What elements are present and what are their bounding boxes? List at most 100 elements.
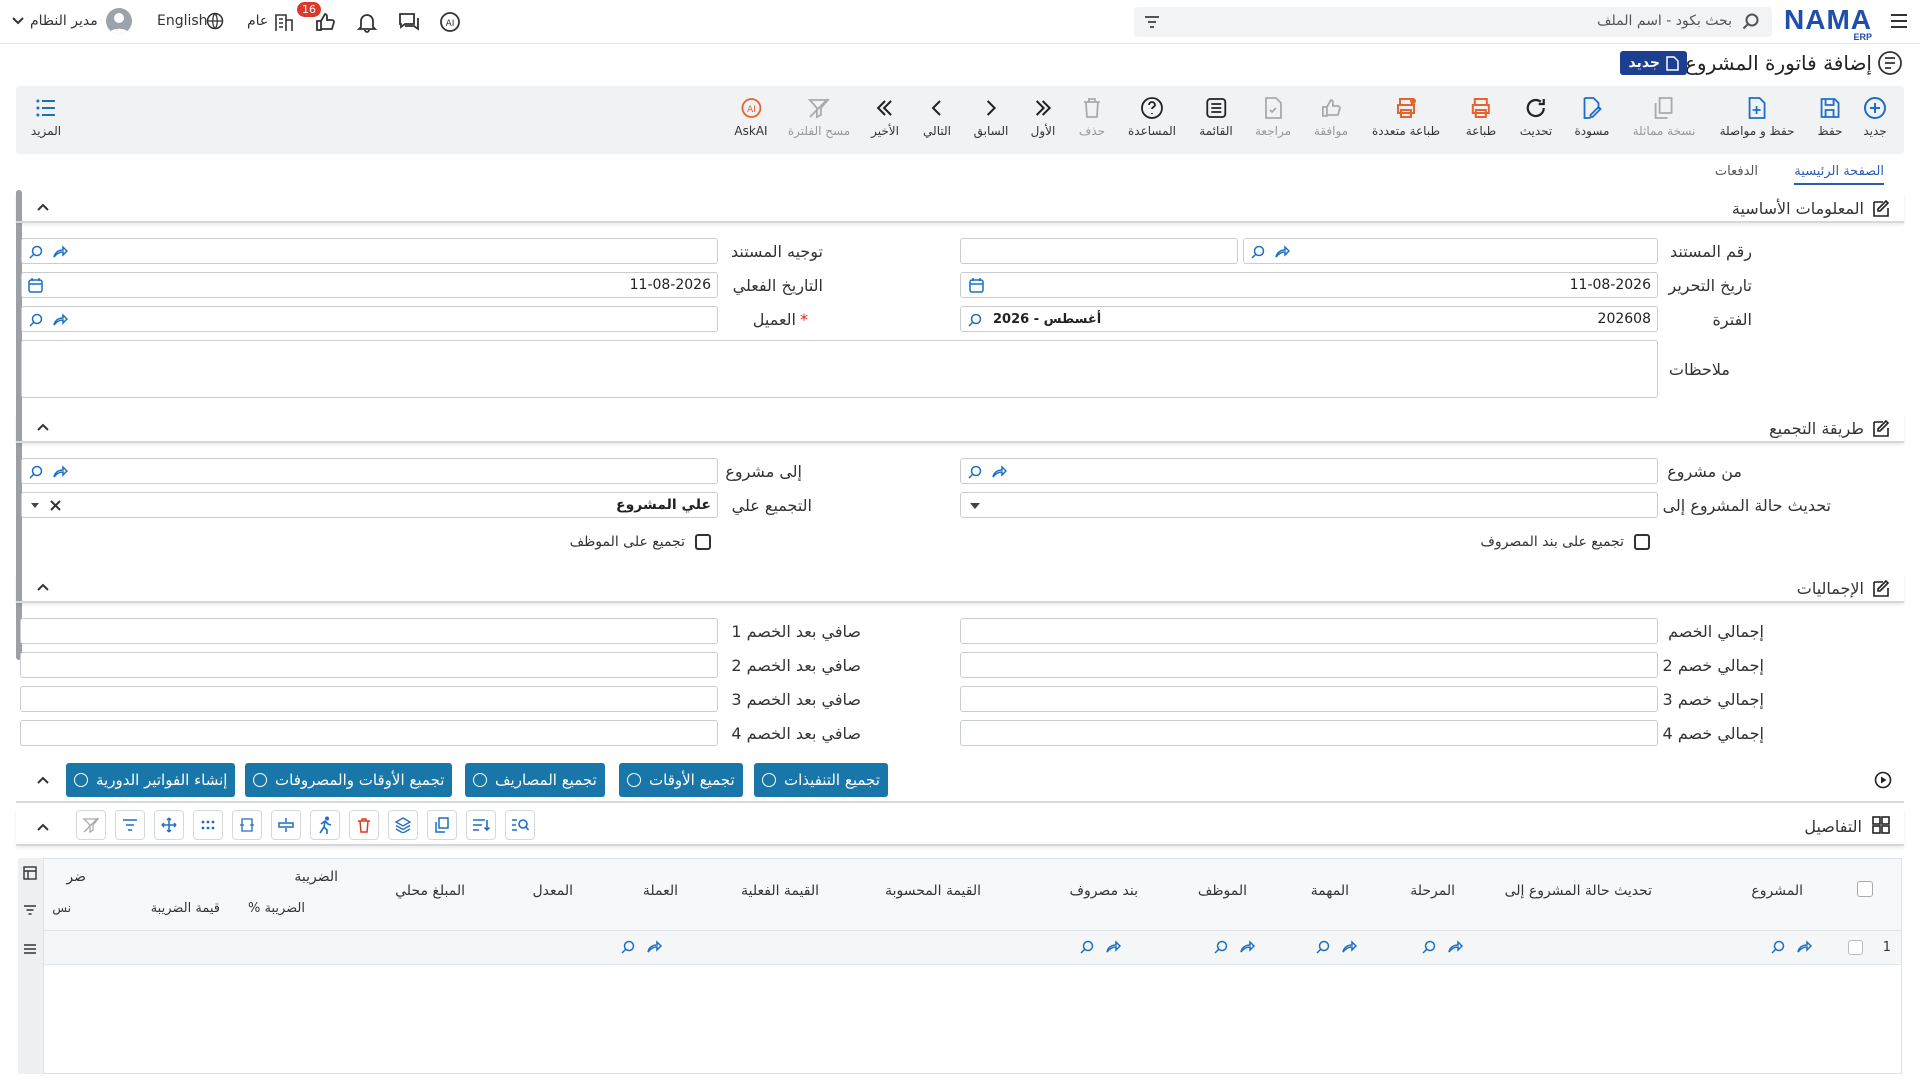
net-after-1-field[interactable] [20,618,718,644]
open-link-icon[interactable] [1239,939,1255,955]
collect-times-button[interactable]: تجميع الأوقات [619,763,743,797]
customer-field[interactable] [21,306,718,332]
columns-icon[interactable] [23,866,37,880]
lookup-icon[interactable] [1213,939,1229,955]
multi-print-button[interactable]: طباعة متعددة [1372,96,1440,138]
row-checkbox[interactable] [1848,940,1863,955]
askai-icon[interactable]: AI [438,10,462,34]
grid-sort-button[interactable] [466,810,496,840]
refresh-button[interactable]: تحديث [1520,96,1552,138]
grid-search-button[interactable] [505,810,535,840]
totals-header[interactable]: الإجماليات [16,573,1904,603]
lookup-icon[interactable] [28,244,44,260]
play-circle-icon[interactable] [1874,771,1892,789]
clear-filter-button[interactable]: مسح الفلترة [788,96,850,138]
lookup-icon[interactable] [1250,244,1266,260]
language-switch[interactable]: English [157,13,208,29]
filter-icon[interactable] [1144,15,1160,29]
globe-icon[interactable] [206,12,224,30]
from-project-field[interactable] [960,458,1658,484]
hamburger-menu-icon[interactable] [1888,10,1910,32]
open-link-icon[interactable] [646,939,662,955]
grid-filter-button[interactable] [115,810,145,840]
total-discount-2-field[interactable] [960,652,1658,678]
edit-date-field[interactable]: 11-08-2026 [960,272,1658,298]
lookup-icon[interactable] [967,312,983,328]
calendar-icon[interactable] [28,278,43,293]
open-link-icon[interactable] [1105,939,1121,955]
grid-fit-button[interactable] [232,810,262,840]
col-rate[interactable]: المعدل [532,883,573,899]
open-link-icon[interactable] [1274,244,1290,260]
total-discount-3-field[interactable] [960,686,1658,712]
net-after-4-field[interactable] [20,720,718,746]
chevron-down-icon[interactable] [12,16,24,26]
print-button[interactable]: طباعة [1466,96,1496,138]
col-tax-value[interactable]: قيمة الضريبة [151,901,220,916]
net-after-2-field[interactable] [20,652,718,678]
collect-expenses-button[interactable]: تجميع المصاريف [465,763,605,797]
open-link-icon[interactable] [1341,939,1357,955]
save-continue-button[interactable]: حفظ و مواصلة [1720,96,1794,138]
lookup-icon[interactable] [28,464,44,480]
user-name[interactable]: مدير النظام [30,13,98,29]
help-button[interactable]: المساعدة [1128,96,1176,138]
delete-button[interactable]: حذف [1079,96,1105,138]
previous-button[interactable]: السابق [974,96,1008,138]
save-button[interactable]: حفظ [1818,96,1842,138]
doc-number-field[interactable] [1243,238,1658,264]
col-update-status[interactable]: تحديث حالة المشروع إلى [1505,883,1652,899]
grid-move-button[interactable] [154,810,184,840]
copy-button[interactable]: نسخة مماثلة [1633,96,1695,138]
chevron-up-icon[interactable] [36,773,50,787]
select-all-checkbox[interactable] [1857,881,1873,897]
col-task[interactable]: المهمة [1311,883,1349,899]
grid-clear-filter-button[interactable] [76,810,106,840]
col-phase[interactable]: المرحلة [1410,883,1455,899]
filter-icon[interactable] [23,904,37,916]
review-button[interactable]: مراجعة [1255,96,1291,138]
chevron-up-icon[interactable] [36,420,50,434]
calendar-icon[interactable] [969,278,984,293]
col-calculated-value[interactable]: القيمة المحسوبة [885,883,981,899]
last-button[interactable]: الأخير [871,96,899,138]
col-employee[interactable]: الموظف [1198,883,1247,899]
lookup-icon[interactable] [1421,939,1437,955]
grouping-header[interactable]: طريقة التجميع [16,413,1904,443]
col-currency[interactable]: العملة [643,883,678,899]
grid-run-button[interactable] [310,810,340,840]
lookup-icon[interactable] [1315,939,1331,955]
open-link-icon[interactable] [52,312,68,328]
net-after-3-field[interactable] [20,686,718,712]
basic-info-header[interactable]: المعلومات الأساسية [16,193,1904,223]
first-button[interactable]: الأول [1031,96,1055,138]
doc-direction-field[interactable] [21,238,718,264]
update-status-select[interactable] [960,492,1658,518]
col-expense-item[interactable]: بند مصروف [1069,883,1138,899]
col-actual-value[interactable]: القيمة الفعلية [741,883,819,899]
collect-executions-button[interactable]: تجميع التنفيذات [754,763,888,797]
list-button[interactable]: القائمة [1199,96,1233,138]
grid-layers-button[interactable] [388,810,418,840]
col-project[interactable]: المشروع [1751,883,1803,899]
lookup-icon[interactable] [620,939,636,955]
grid-dots-button[interactable] [193,810,223,840]
group-by-employee-checkbox[interactable] [695,534,711,550]
table-row[interactable]: 1 [19,931,1901,965]
grid-copy-button[interactable] [427,810,457,840]
building-icon[interactable] [273,11,295,33]
chat-icon[interactable] [397,10,421,34]
create-periodic-invoices-button[interactable]: إنشاء الفواتير الدورية [66,763,236,797]
chevron-up-icon[interactable] [36,820,50,834]
dropdown-arrow-icon[interactable] [30,502,40,509]
notes-textarea[interactable] [21,340,1658,398]
grid-delete-button[interactable] [349,810,379,840]
open-link-icon[interactable] [52,464,68,480]
draft-button[interactable]: مسودة [1575,96,1609,138]
row-menu-icon[interactable] [23,943,37,955]
period-field[interactable]: 202608 2026 - أغسطس [960,306,1658,332]
askai-button[interactable]: AI AskAI [734,96,768,138]
clear-icon[interactable] [49,499,62,512]
next-button[interactable]: التالي [923,96,951,138]
lookup-icon[interactable] [28,312,44,328]
